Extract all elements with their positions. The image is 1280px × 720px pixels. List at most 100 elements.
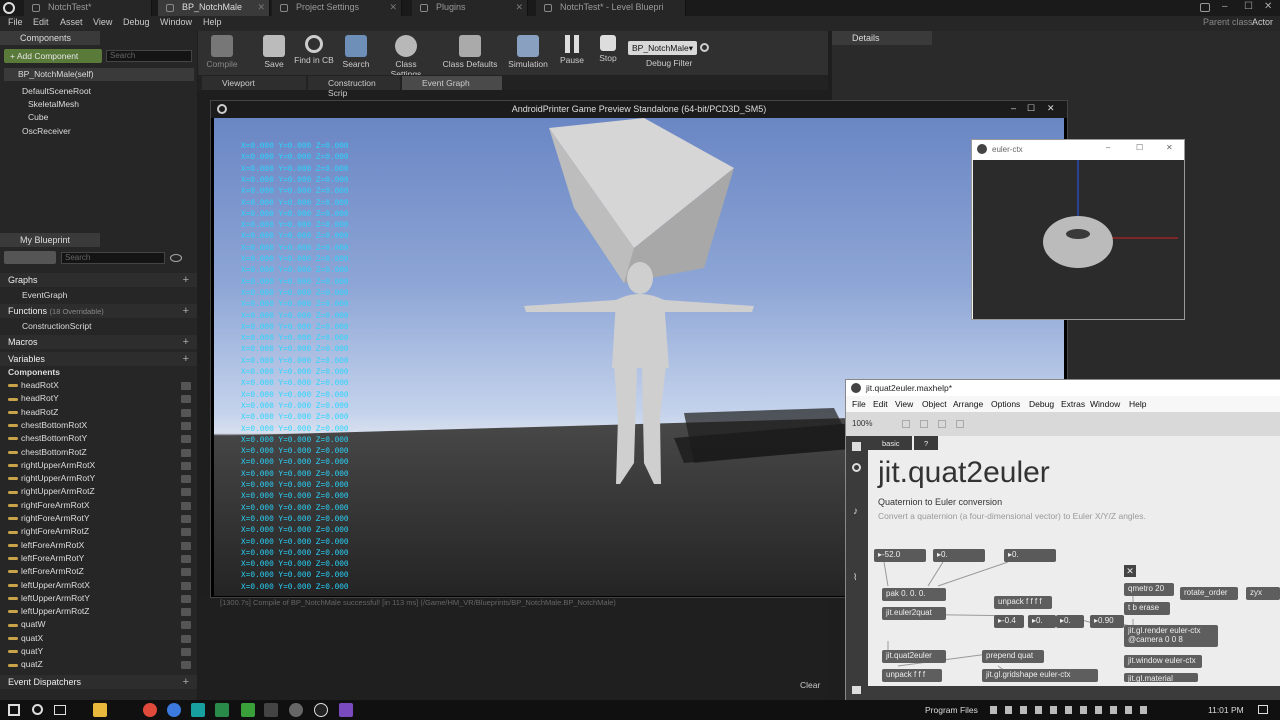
variable-item[interactable]: rightUpperArmRotY (8, 473, 95, 483)
visibility-eye-icon[interactable] (181, 408, 191, 417)
variable-item[interactable]: leftForeArmRotY (8, 553, 84, 563)
variable-item[interactable]: headRotX (8, 380, 59, 390)
tab-viewport[interactable]: Viewport (202, 76, 306, 90)
variable-item[interactable]: rightUpperArmRotX (8, 460, 95, 470)
quat-number-2[interactable]: ▸0. (933, 549, 985, 562)
file-explorer-icon[interactable] (93, 703, 107, 717)
stop-button[interactable]: Stop (588, 33, 628, 63)
quat-value-1[interactable]: ▸-0.4 (994, 615, 1024, 628)
max-menu-view[interactable]: View (895, 399, 913, 409)
variable-item[interactable]: headRotY (8, 393, 59, 403)
euler2quat-object[interactable]: jit.euler2quat (882, 607, 946, 620)
event-dispatchers-section[interactable]: Event Dispatchers + (0, 675, 197, 689)
minimize-button[interactable]: – (1222, 1, 1228, 12)
visibility-eye-icon[interactable] (181, 581, 191, 590)
macros-section[interactable]: Macros + (0, 335, 197, 349)
visibility-eye-icon[interactable] (181, 568, 191, 577)
tab-level-blueprint[interactable]: NotchTest* - Level Bluepri (536, 0, 686, 16)
menu-asset[interactable]: Asset (60, 17, 83, 27)
class-defaults-button[interactable]: Class Defaults (442, 33, 498, 69)
lock-toolbar-icon[interactable] (902, 420, 910, 428)
tab-construction-script[interactable]: Construction Scrip (308, 76, 400, 98)
max-help-window[interactable]: jit.quat2euler.maxhelp* File Edit View O… (845, 379, 1280, 701)
quat-value-4[interactable]: ▸0.90 (1090, 615, 1124, 628)
gl-material-object[interactable]: jit.gl.material (1124, 673, 1198, 682)
close-window-button[interactable]: ✕ (1264, 1, 1272, 12)
visibility-eye-icon[interactable] (181, 461, 191, 470)
class-settings-button[interactable]: Class Settings (380, 33, 432, 79)
clear-button[interactable]: Clear (800, 680, 820, 690)
package-icon[interactable] (852, 442, 861, 451)
tree-default-scene-root[interactable]: DefaultSceneRoot (22, 86, 91, 96)
search-button[interactable]: Search (334, 33, 378, 69)
message-icon[interactable] (938, 420, 946, 428)
minimize-button[interactable]: – (1011, 103, 1016, 113)
visibility-eye-icon[interactable] (181, 435, 191, 444)
close-icon[interactable]: ✕ (257, 2, 265, 13)
add-dispatcher-icon[interactable]: + (183, 676, 189, 688)
unpack3-object[interactable]: unpack f f f (882, 669, 942, 682)
simulation-button[interactable]: Simulation (506, 33, 550, 69)
debug-search-icon[interactable] (700, 43, 709, 52)
visibility-eye-icon[interactable] (181, 395, 191, 404)
notification-icon[interactable] (1200, 3, 1210, 12)
task-view-icon[interactable] (54, 705, 66, 715)
tab-plugins[interactable]: Plugins ✕ (412, 0, 528, 16)
euler-window-titlebar[interactable]: euler-ctx – ☐ ✕ (972, 140, 1184, 160)
visibility-eye-icon[interactable] (181, 382, 191, 390)
tree-cube[interactable]: Cube (28, 112, 48, 122)
pak-object[interactable]: pak 0. 0. 0. (882, 588, 946, 601)
quat2euler-object[interactable]: jit.quat2euler (882, 650, 946, 663)
close-patch-icon[interactable]: ✕ (1124, 565, 1136, 577)
save-button[interactable]: Save (252, 33, 296, 69)
windows-start-icon[interactable] (8, 704, 20, 716)
visibility-eye-icon[interactable] (181, 648, 191, 656)
game-window-titlebar[interactable]: AndroidPrinter Game Preview Standalone (… (211, 101, 1067, 118)
max-window-titlebar[interactable]: jit.quat2euler.maxhelp* (846, 380, 1280, 396)
menu-file[interactable]: File (8, 17, 23, 27)
find-in-cb-button[interactable]: Find in CB (292, 33, 336, 65)
notifications-icon[interactable] (1258, 705, 1268, 714)
variable-item[interactable]: rightForeArmRotX (8, 500, 90, 510)
variable-item[interactable]: headRotZ (8, 407, 58, 417)
tab-event-graph[interactable]: Event Graph (402, 76, 502, 90)
quat-number-1[interactable]: ▸-52.0 (874, 549, 926, 562)
unpack4-object[interactable]: unpack f f f f (994, 596, 1052, 609)
target-icon[interactable] (852, 463, 861, 472)
zoom-select[interactable]: 100% (852, 419, 872, 428)
tab-notchtest[interactable]: NotchTest* (24, 0, 152, 16)
components-search-input[interactable]: Search (106, 50, 192, 62)
visibility-eye-icon[interactable] (181, 661, 191, 670)
variable-item[interactable]: rightForeArmRotZ (8, 526, 89, 536)
unreal-logo-icon[interactable] (3, 2, 15, 14)
variable-item[interactable]: leftUpperArmRotX (8, 580, 90, 590)
variable-item[interactable]: quatX (8, 633, 43, 643)
visual-studio-icon[interactable] (339, 703, 353, 717)
close-icon[interactable]: ✕ (515, 2, 523, 13)
variable-item[interactable]: rightForeArmRotY (8, 513, 90, 523)
visibility-eye-icon[interactable] (181, 621, 191, 630)
event-graph-item[interactable]: EventGraph (22, 290, 67, 300)
menu-debug[interactable]: Debug (123, 17, 150, 27)
variable-item[interactable]: chestBottomRotZ (8, 447, 87, 457)
tab-project-settings[interactable]: Project Settings ✕ (272, 0, 402, 16)
variable-item[interactable]: leftUpperArmRotZ (8, 606, 90, 616)
tree-skeletal-mesh[interactable]: SkeletalMesh (28, 99, 79, 109)
prepend-object[interactable]: prepend quat (982, 650, 1044, 663)
my-blueprint-search-input[interactable]: Search (61, 252, 165, 264)
minimize-button[interactable]: – (1106, 143, 1110, 152)
add-macro-icon[interactable]: + (183, 336, 189, 348)
program-files-label[interactable]: Program Files (925, 705, 978, 715)
variable-item[interactable]: leftUpperArmRotY (8, 593, 90, 603)
music-note-icon[interactable]: ♪ (853, 506, 858, 517)
max-menu-object[interactable]: Object (922, 399, 947, 409)
menu-edit[interactable]: Edit (33, 17, 49, 27)
quat-number-3[interactable]: ▸0. (1004, 549, 1056, 562)
variable-item[interactable]: quatW (8, 619, 46, 629)
comment-icon[interactable] (956, 420, 964, 428)
app-icon[interactable] (241, 703, 255, 717)
quat-value-2[interactable]: ▸0. (1028, 615, 1056, 628)
max-menu-file[interactable]: File (852, 399, 866, 409)
max-menu-window[interactable]: Window (1090, 399, 1120, 409)
paperclip-icon[interactable]: ⌇ (853, 572, 857, 583)
